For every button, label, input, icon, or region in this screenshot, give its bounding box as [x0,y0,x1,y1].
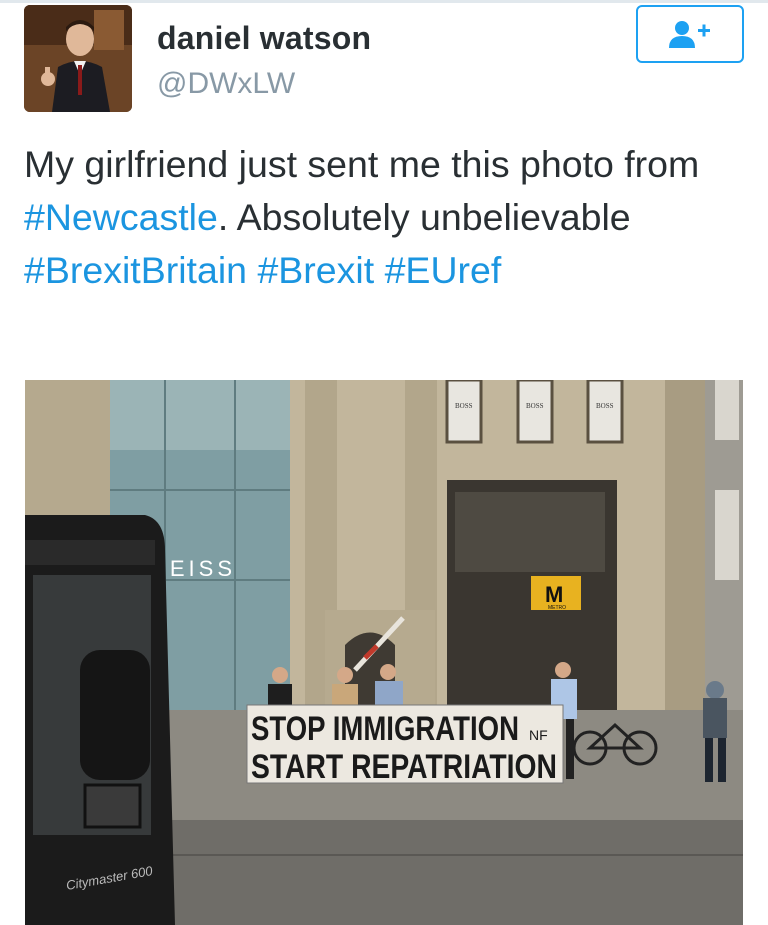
follow-button[interactable] [636,5,744,63]
protest-photo: REISS BOSS BOSS BOSS M METRO STOP IMMIGR… [25,380,743,925]
avatar-image [24,5,132,112]
metro-sign: M [545,582,563,607]
add-user-icon [669,21,710,48]
hashtag-link[interactable]: #Brexit [257,249,374,291]
top-divider [0,0,768,3]
banner-line-1: STOP IMMIGRATION [251,710,519,748]
hashtag-link[interactable]: #BrexitBritain [24,249,247,291]
banner-mark: NF [529,727,548,743]
boss-sign-1: BOSS [455,402,473,410]
user-handle[interactable]: @DWxLW [157,67,295,101]
tweet-text-span [247,249,257,291]
boss-sign-3: BOSS [596,402,614,410]
avatar[interactable] [24,5,132,112]
tweet-text-span: . Absolutely unbelievable [217,196,631,238]
tweet-text: My girlfriend just sent me this photo fr… [24,138,744,297]
hashtag-link[interactable]: #EUref [385,249,502,291]
display-name[interactable]: daniel watson [157,20,371,57]
tweet-text-span: My girlfriend just sent me this photo fr… [24,143,700,185]
tweet-photo[interactable]: REISS BOSS BOSS BOSS M METRO STOP IMMIGR… [25,380,743,925]
metro-label: METRO [548,605,566,611]
banner-line-2: START REPATRIATION [251,748,557,786]
tweet-text-span [374,249,384,291]
hashtag-link[interactable]: #Newcastle [24,196,218,238]
boss-sign-2: BOSS [526,402,544,410]
